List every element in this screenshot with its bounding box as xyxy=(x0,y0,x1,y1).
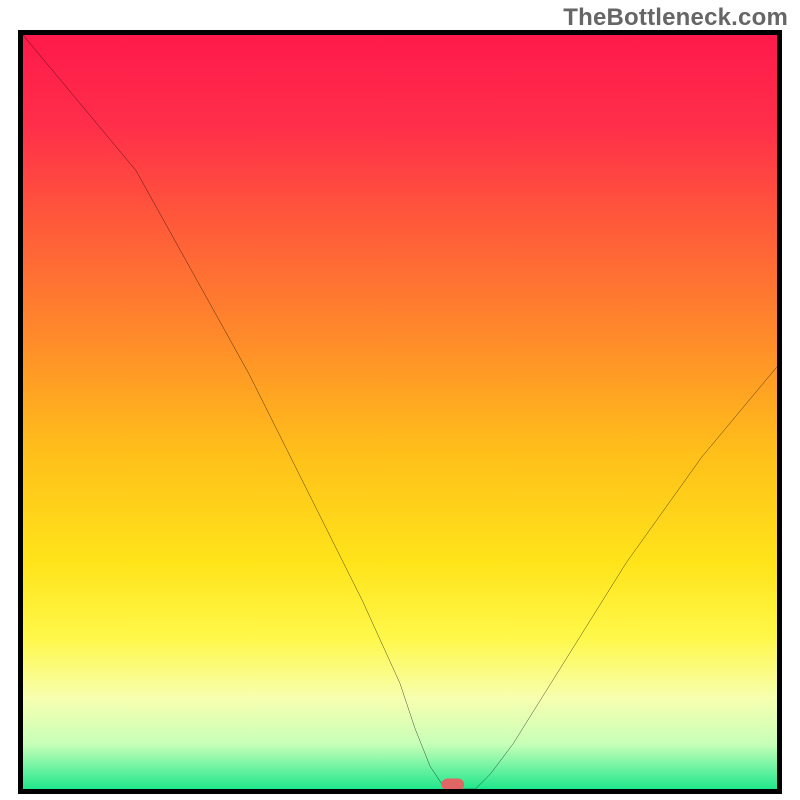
plot-area xyxy=(18,30,782,794)
chart-svg xyxy=(23,35,777,789)
watermark-text: TheBottleneck.com xyxy=(563,4,788,32)
optimal-marker xyxy=(441,778,464,789)
gradient-background xyxy=(23,35,777,789)
figure-container: TheBottleneck.com xyxy=(0,0,800,800)
